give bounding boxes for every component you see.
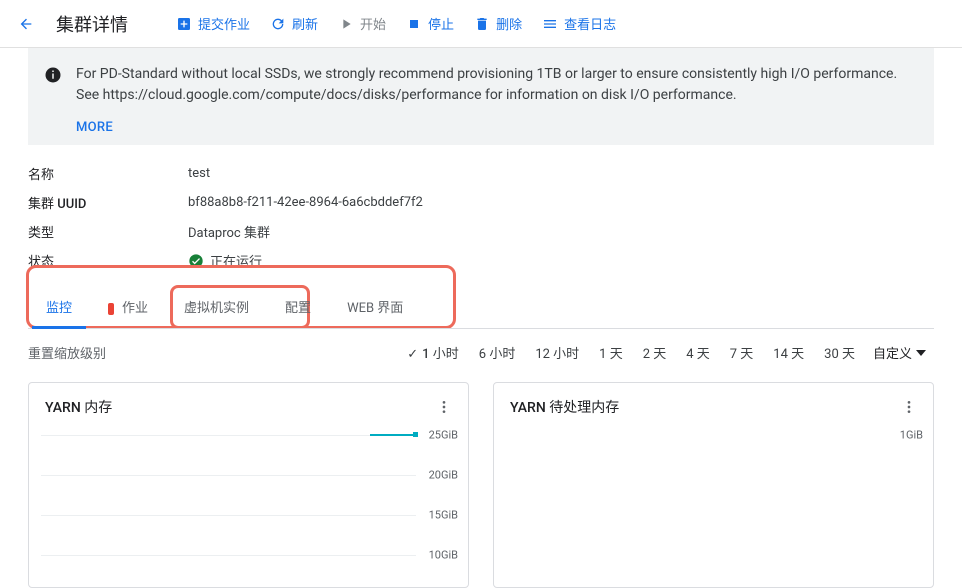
- stop-label: 停止: [428, 14, 454, 33]
- status-value: 正在运行: [210, 251, 262, 270]
- tab-web-label: WEB 界面: [347, 301, 403, 316]
- stop-button[interactable]: 停止: [406, 14, 454, 33]
- info-banner: For PD-Standard without local SSDs, we s…: [28, 48, 934, 145]
- chart-line: [370, 434, 416, 436]
- reset-zoom-button[interactable]: 重置缩放级别: [28, 343, 106, 362]
- tab-config[interactable]: 配置: [267, 285, 329, 328]
- type-value: Dataproc 集群: [188, 222, 270, 241]
- stop-icon: [406, 16, 422, 32]
- time-custom-label: 自定义: [873, 343, 912, 362]
- submit-job-label: 提交作业: [198, 14, 250, 33]
- delete-label: 删除: [496, 14, 522, 33]
- chart-body-yarn-pending: 1GiB: [494, 427, 933, 587]
- time-7d-button[interactable]: 7 天: [720, 337, 764, 368]
- info-more-button[interactable]: MORE: [76, 120, 918, 135]
- time-30d-button[interactable]: 30 天: [814, 337, 865, 368]
- time-4d-button[interactable]: 4 天: [676, 337, 720, 368]
- cluster-details: 名称 test 集群 UUID bf88a8b8-f211-42ee-8964-…: [28, 159, 934, 275]
- check-icon: ✓: [407, 347, 418, 362]
- tab-vms[interactable]: 虚拟机实例: [166, 285, 267, 328]
- time-1h-button[interactable]: ✓ 1 小时: [397, 337, 469, 368]
- tick-20gib: 20GiB: [429, 469, 458, 482]
- refresh-icon: [270, 16, 286, 32]
- play-icon: [338, 16, 354, 32]
- time-6h-button[interactable]: 6 小时: [469, 337, 526, 368]
- info-text: For PD-Standard without local SSDs, we s…: [76, 64, 918, 106]
- chart-title-yarn-memory: YARN 内存: [45, 397, 112, 417]
- submit-job-button[interactable]: 提交作业: [176, 14, 250, 33]
- time-14d-button[interactable]: 14 天: [763, 337, 814, 368]
- time-2d-button[interactable]: 2 天: [633, 337, 677, 368]
- chart-title-yarn-pending: YARN 待处理内存: [510, 397, 619, 417]
- tab-monitor[interactable]: 监控: [28, 285, 90, 328]
- view-logs-button[interactable]: 查看日志: [542, 14, 616, 33]
- tick-10gib: 10GiB: [429, 549, 458, 562]
- chart-yarn-memory: YARN 内存 25GiB 20GiB 15GiB 10GiB: [28, 382, 469, 588]
- delete-button[interactable]: 删除: [474, 14, 522, 33]
- chart-yarn-pending: YARN 待处理内存 1GiB: [493, 382, 934, 588]
- page-title: 集群详情: [56, 11, 128, 37]
- tab-config-label: 配置: [285, 301, 311, 316]
- chart-body-yarn-memory: 25GiB 20GiB 15GiB 10GiB: [29, 427, 468, 587]
- time-1d-button[interactable]: 1 天: [589, 337, 633, 368]
- refresh-button[interactable]: 刷新: [270, 14, 318, 33]
- time-12h-button[interactable]: 12 小时: [525, 337, 589, 368]
- uuid-label: 集群 UUID: [28, 193, 188, 212]
- time-1h-label: 1 小时: [422, 347, 459, 362]
- notification-dot-icon: [108, 303, 114, 315]
- tab-web[interactable]: WEB 界面: [329, 285, 421, 328]
- list-icon: [542, 16, 558, 32]
- tick-1gib: 1GiB: [900, 429, 923, 442]
- tick-25gib: 25GiB: [429, 429, 458, 442]
- info-icon: [44, 66, 62, 84]
- arrow-left-icon: [18, 16, 34, 32]
- plus-box-icon: [176, 16, 192, 32]
- tabs: 监控 作业 虚拟机实例 配置 WEB 界面: [28, 285, 934, 329]
- chart-menu-button[interactable]: [901, 399, 917, 415]
- tab-vms-label: 虚拟机实例: [184, 301, 249, 316]
- start-label: 开始: [360, 14, 386, 33]
- name-label: 名称: [28, 164, 188, 183]
- tab-monitor-label: 监控: [46, 301, 72, 316]
- chart-line-end: [413, 432, 418, 437]
- refresh-label: 刷新: [292, 14, 318, 33]
- chart-menu-button[interactable]: [436, 399, 452, 415]
- status-label: 状态: [28, 251, 188, 270]
- time-custom-dropdown[interactable]: 自定义: [865, 337, 934, 368]
- time-range-selector: ✓ 1 小时 6 小时 12 小时 1 天 2 天 4 天 7 天 14 天 30…: [397, 337, 934, 368]
- more-vert-icon: [901, 399, 917, 415]
- tick-15gib: 15GiB: [429, 509, 458, 522]
- type-label: 类型: [28, 222, 188, 241]
- chevron-down-icon: [916, 350, 926, 356]
- back-button[interactable]: [12, 10, 40, 38]
- start-button[interactable]: 开始: [338, 14, 386, 33]
- check-circle-icon: [188, 253, 204, 269]
- name-value: test: [188, 164, 210, 183]
- tab-jobs[interactable]: 作业: [90, 285, 166, 328]
- uuid-value: bf88a8b8-f211-42ee-8964-6a6cbddef7f2: [188, 193, 423, 212]
- more-vert-icon: [436, 399, 452, 415]
- trash-icon: [474, 16, 490, 32]
- logs-label: 查看日志: [564, 14, 616, 33]
- tab-jobs-label: 作业: [122, 301, 148, 316]
